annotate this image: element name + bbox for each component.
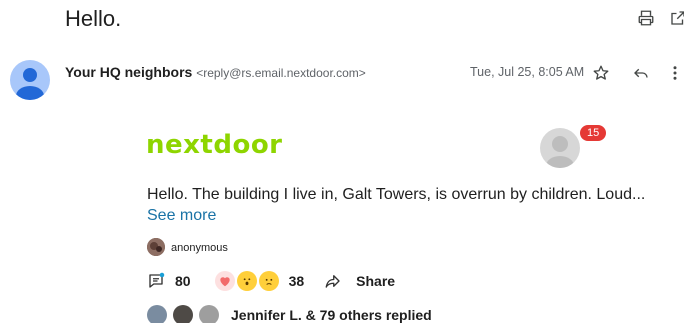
email-view: Hello. Your HQ neighbors <reply@rs.email… [0,0,684,323]
author-name: anonymous [171,242,228,254]
post-stats: 80 38 Share [147,270,395,292]
post-preview-text[interactable]: Hello. The building I live in, Galt Towe… [147,186,645,204]
replier-avatar [173,305,193,323]
replier-avatar [199,305,219,323]
replier-avatar [147,305,167,323]
comment-count: 80 [175,273,191,289]
sad-reaction-icon [258,271,279,291]
email-subject: Hello. [65,6,122,31]
sender-line: Your HQ neighbors <reply@rs.email.nextdo… [65,64,366,80]
replies-row[interactable]: Jennifer L. & 79 others replied [147,304,432,323]
author-avatar [147,238,165,256]
reply-icon[interactable] [630,62,652,84]
reaction-count: 38 [288,273,305,289]
see-more-link[interactable]: See more [147,207,216,225]
wow-reaction-icon [236,271,257,291]
print-icon[interactable] [636,8,656,28]
profile-avatar[interactable] [540,128,580,168]
heart-reaction-icon [214,271,235,291]
comment-icon[interactable] [147,272,165,290]
more-vert-icon[interactable] [664,62,684,84]
open-in-new-icon[interactable] [668,8,684,28]
nextdoor-logo[interactable]: nextdoor [146,130,283,160]
sender-avatar[interactable] [10,60,50,100]
sender-email: <reply@rs.email.nextdoor.com> [196,66,366,80]
replies-summary[interactable]: Jennifer L. & 79 others replied [231,307,432,323]
share-button[interactable]: Share [356,273,395,289]
email-date: Tue, Jul 25, 8:05 AM [470,65,585,79]
sender-name[interactable]: Your HQ neighbors [65,64,192,80]
notification-badge: 15 [580,125,607,141]
share-icon[interactable] [324,272,342,290]
star-icon[interactable] [590,62,612,84]
